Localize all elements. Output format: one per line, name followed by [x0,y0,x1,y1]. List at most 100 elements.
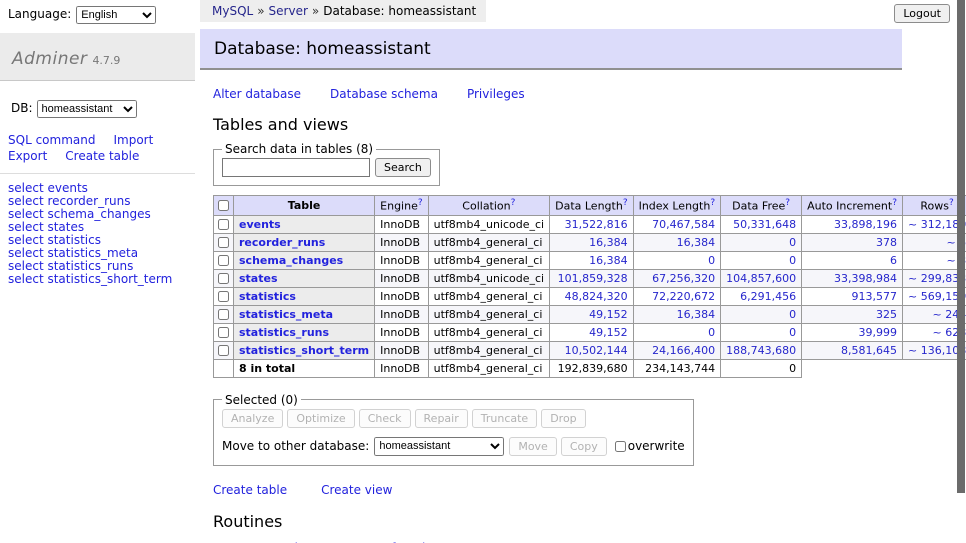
search-legend: Search data in tables (8) [222,142,376,156]
index-length-cell: 0 [633,251,721,269]
help-question-icon[interactable]: ? [418,198,423,208]
db-select[interactable]: homeassistant [37,100,137,118]
overwrite-label: overwrite [628,439,685,453]
data-length-cell: 49,152 [550,323,633,341]
drop-button[interactable]: Drop [541,409,585,428]
collation-cell: utf8mb4_general_ci [428,323,549,341]
column-header-auto-increment: Auto Increment? [802,196,903,216]
row-checkbox[interactable] [218,273,229,284]
move-db-select[interactable]: homeassistant [374,437,504,456]
collation-cell: utf8mb4_unicode_ci [428,215,549,233]
breadcrumb-link-server[interactable]: Server [269,4,308,18]
row-checkbox-cell [214,341,234,359]
help-question-icon[interactable]: ? [511,198,516,208]
table-link-recorder_runs[interactable]: recorder_runs [239,236,325,249]
data-free-cell: 0 [721,323,802,341]
row-checkbox[interactable] [218,219,229,230]
total-row: 8 in totalInnoDButf8mb4_general_ci192,83… [214,359,966,377]
search-input[interactable] [222,158,370,177]
vertical-scrollbar[interactable] [957,0,965,493]
sidebar-link-export[interactable]: Export [8,149,47,163]
data-free-cell: 6,291,456 [721,287,802,305]
table-link-states[interactable]: states [239,272,278,285]
sidebar-link-create-table[interactable]: Create table [65,149,139,163]
action-link-alter-database[interactable]: Alter database [213,87,301,101]
search-button[interactable]: Search [375,158,431,177]
index-length-cell: 16,384 [633,233,721,251]
auto-increment-cell: 913,577 [802,287,903,305]
table-link-statistics_meta[interactable]: statistics_meta [239,308,333,321]
engine-cell: InnoDB [375,269,428,287]
move-button[interactable]: Move [509,437,557,456]
link-create-view[interactable]: Create view [321,483,392,497]
table-link-statistics_short_term[interactable]: statistics_short_term [239,344,369,357]
selected-buttons-row: AnalyzeOptimize CheckRepairTruncateDrop [222,409,685,428]
sidebar-select-schema_changes[interactable]: select schema_changes [8,208,195,221]
row-checkbox-cell [214,323,234,341]
data-free-cell: 0 [721,251,802,269]
adminer-page: Language:English Adminer4.7.9 DB:homeass… [0,0,966,543]
link-create-table[interactable]: Create table [213,483,287,497]
data-length-cell: 10,502,144 [550,341,633,359]
action-link-privileges[interactable]: Privileges [467,87,525,101]
sidebar-select-statistics_runs[interactable]: select statistics_runs [8,260,195,273]
help-question-icon[interactable]: ? [710,198,715,208]
sidebar-link-import[interactable]: Import [113,133,153,147]
repair-button[interactable]: Repair [415,409,468,428]
table-link-statistics[interactable]: statistics [239,290,296,303]
row-checkbox-cell [214,305,234,323]
action-link-database-schema[interactable]: Database schema [330,87,438,101]
total-empty-cell [214,359,234,377]
help-question-icon[interactable]: ? [949,198,954,208]
table-name-cell: schema_changes [234,251,375,269]
app-name: Adminer [12,49,87,69]
total-engine-cell: InnoDB [375,359,428,377]
logout-button[interactable]: Logout [894,4,950,23]
truncate-button[interactable]: Truncate [472,409,537,428]
engine-cell: InnoDB [375,251,428,269]
total-data-length-cell: 192,839,680 [550,359,633,377]
move-label: Move to other database: [222,439,369,453]
table-link-schema_changes[interactable]: schema_changes [239,254,343,267]
check-button[interactable]: Check [359,409,411,428]
db-label: DB: [11,101,33,115]
row-checkbox-cell [214,215,234,233]
app-version: 4.7.9 [92,54,120,67]
sidebar-select-statistics_short_term[interactable]: select statistics_short_term [8,273,195,286]
overwrite-checkbox[interactable] [615,441,626,452]
row-checkbox[interactable] [218,237,229,248]
help-question-icon[interactable]: ? [785,198,790,208]
index-length-cell: 70,467,584 [633,215,721,233]
sidebar: Language:English Adminer4.7.9 DB:homeass… [0,0,195,543]
sidebar-select-statistics_meta[interactable]: select statistics_meta [8,247,195,260]
row-checkbox[interactable] [218,345,229,356]
table-link-statistics_runs[interactable]: statistics_runs [239,326,329,339]
index-length-cell: 16,384 [633,305,721,323]
optimize-button[interactable]: Optimize [287,409,354,428]
auto-increment-cell: 39,999 [802,323,903,341]
sidebar-link-sql-command[interactable]: SQL command [8,133,95,147]
breadcrumb-link-mysql[interactable]: MySQL [212,4,253,18]
row-checkbox[interactable] [218,291,229,302]
app-brand: Adminer 4.7.9 [0,33,195,81]
sidebar-select-statistics[interactable]: select statistics [8,234,195,247]
breadcrumb-separator: » [257,4,264,18]
db-selector-row: DB: homeassistant [11,100,187,118]
row-checkbox[interactable] [218,327,229,338]
sidebar-select-states[interactable]: select states [8,221,195,234]
copy-button[interactable]: Copy [561,437,607,456]
help-question-icon[interactable]: ? [623,198,628,208]
database-action-links: Alter database Database schema Privileges [213,87,902,101]
engine-cell: InnoDB [375,215,428,233]
language-select[interactable]: English [76,6,156,24]
total-label-cell: 8 in total [234,359,375,377]
table-link-events[interactable]: events [239,218,281,231]
help-question-icon[interactable]: ? [892,198,897,208]
select-all-checkbox[interactable] [218,200,229,211]
collation-cell: utf8mb4_general_ci [428,305,549,323]
row-checkbox[interactable] [218,255,229,266]
row-checkbox[interactable] [218,309,229,320]
total-index-length-cell: 234,143,744 [633,359,721,377]
main-area: MySQL»Server»Database: homeassistant Dat… [200,0,902,543]
analyze-button[interactable]: Analyze [222,409,283,428]
